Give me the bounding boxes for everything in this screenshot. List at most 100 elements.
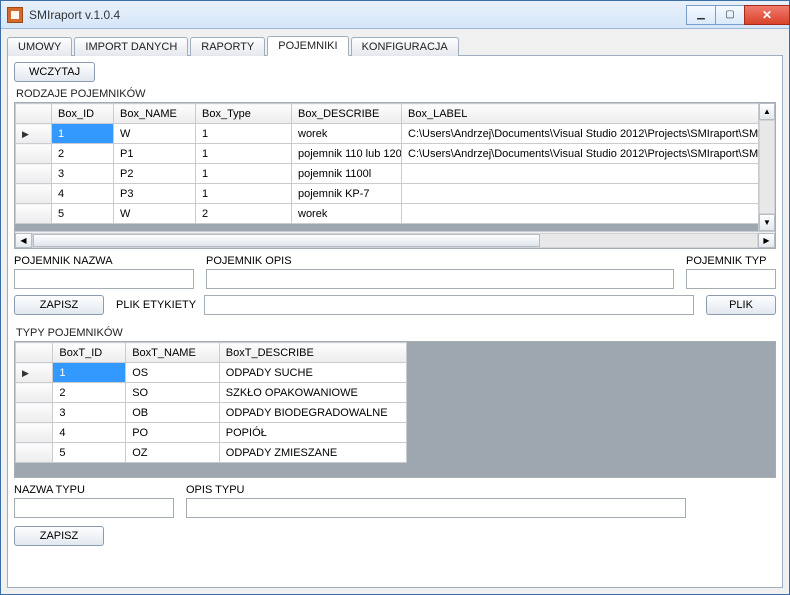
cell-box_label[interactable]: C:\Users\Andrzej\Documents\Visual Studio… bbox=[402, 124, 775, 144]
table-row[interactable]: 2P11pojemnik 110 lub 120lC:\Users\Andrze… bbox=[16, 144, 775, 164]
row-header[interactable] bbox=[16, 204, 52, 224]
cell-box_name[interactable]: P1 bbox=[114, 144, 196, 164]
table-row[interactable]: 1W1worekC:\Users\Andrzej\Documents\Visua… bbox=[16, 124, 775, 144]
scroll-left-icon[interactable]: ◀ bbox=[15, 233, 32, 248]
row-header[interactable] bbox=[16, 363, 53, 383]
tab-import-danych[interactable]: IMPORT DANYCH bbox=[74, 37, 188, 56]
cell-box_describe[interactable]: worek bbox=[292, 124, 402, 144]
cell-boxt_id[interactable]: 3 bbox=[53, 403, 126, 423]
cell-box_name[interactable]: P3 bbox=[114, 184, 196, 204]
cell-box_name[interactable]: W bbox=[114, 124, 196, 144]
scroll-down-icon[interactable]: ▼ bbox=[759, 214, 775, 231]
wczytaj-button[interactable]: WCZYTAJ bbox=[14, 62, 95, 82]
grid2-col-boxtdescribe[interactable]: BoxT_DESCRIBE bbox=[219, 343, 406, 363]
cell-box_type[interactable]: 1 bbox=[196, 124, 292, 144]
close-button[interactable]: ✕ bbox=[744, 5, 790, 25]
cell-boxt_id[interactable]: 4 bbox=[53, 423, 126, 443]
row-header[interactable] bbox=[16, 403, 53, 423]
cell-boxt_id[interactable]: 1 bbox=[53, 363, 126, 383]
cell-box_id[interactable]: 2 bbox=[52, 144, 114, 164]
tab-konfiguracja[interactable]: KONFIGURACJA bbox=[351, 37, 459, 56]
cell-boxt_name[interactable]: OZ bbox=[126, 443, 220, 463]
grid1-col-boxid[interactable]: Box_ID bbox=[52, 104, 114, 124]
row-header[interactable] bbox=[16, 443, 53, 463]
cell-box_describe[interactable]: worek bbox=[292, 204, 402, 224]
vscroll-track[interactable] bbox=[759, 120, 775, 214]
cell-box_describe[interactable]: pojemnik 1100l bbox=[292, 164, 402, 184]
grid-typy[interactable]: BoxT_ID BoxT_NAME BoxT_DESCRIBE 1OSODPAD… bbox=[14, 341, 776, 478]
grid2-col-boxtname[interactable]: BoxT_NAME bbox=[126, 343, 220, 363]
app-icon bbox=[7, 7, 23, 23]
tab-umowy[interactable]: UMOWY bbox=[7, 37, 72, 56]
cell-boxt_describe[interactable]: POPIÓŁ bbox=[219, 423, 406, 443]
cell-box_type[interactable]: 2 bbox=[196, 204, 292, 224]
tab-pojemniki[interactable]: POJEMNIKI bbox=[267, 36, 348, 56]
table-row[interactable]: 4P31pojemnik KP-7 bbox=[16, 184, 775, 204]
table-row[interactable]: 5W2worek bbox=[16, 204, 775, 224]
cell-box_name[interactable]: P2 bbox=[114, 164, 196, 184]
pojemnik-opis-input[interactable] bbox=[206, 269, 674, 289]
tab-raporty[interactable]: RAPORTY bbox=[190, 37, 265, 56]
table-row[interactable]: 4POPOPIÓŁ bbox=[16, 423, 407, 443]
grid-rodzaje[interactable]: Box_ID Box_NAME Box_Type Box_DESCRIBE Bo… bbox=[14, 102, 776, 249]
row-header[interactable] bbox=[16, 184, 52, 204]
cell-box_label[interactable]: C:\Users\Andrzej\Documents\Visual Studio… bbox=[402, 144, 775, 164]
zapisz-typ-button[interactable]: ZAPISZ bbox=[14, 526, 104, 546]
cell-box_id[interactable]: 5 bbox=[52, 204, 114, 224]
cell-boxt_describe[interactable]: ODPADY SUCHE bbox=[219, 363, 406, 383]
cell-box_describe[interactable]: pojemnik 110 lub 120l bbox=[292, 144, 402, 164]
cell-boxt_name[interactable]: OS bbox=[126, 363, 220, 383]
window-title: SMIraport v.1.0.4 bbox=[29, 8, 687, 22]
cell-box_id[interactable]: 3 bbox=[52, 164, 114, 184]
table-row[interactable]: 2SOSZKŁO OPAKOWANIOWE bbox=[16, 383, 407, 403]
maximize-button[interactable]: ▢ bbox=[715, 5, 745, 25]
cell-boxt_describe[interactable]: SZKŁO OPAKOWANIOWE bbox=[219, 383, 406, 403]
grid1-col-boxname[interactable]: Box_NAME bbox=[114, 104, 196, 124]
pojemnik-nazwa-input[interactable] bbox=[14, 269, 194, 289]
row-header[interactable] bbox=[16, 124, 52, 144]
cell-box_type[interactable]: 1 bbox=[196, 164, 292, 184]
table-row[interactable]: 1OSODPADY SUCHE bbox=[16, 363, 407, 383]
cell-boxt_describe[interactable]: ODPADY BIODEGRADOWALNE bbox=[219, 403, 406, 423]
minimize-button[interactable]: ▁ bbox=[686, 5, 716, 25]
row-header[interactable] bbox=[16, 383, 53, 403]
scroll-up-icon[interactable]: ▲ bbox=[759, 103, 775, 120]
grid1-col-boxtype[interactable]: Box_Type bbox=[196, 104, 292, 124]
cell-boxt_name[interactable]: PO bbox=[126, 423, 220, 443]
cell-boxt_id[interactable]: 5 bbox=[53, 443, 126, 463]
cell-boxt_id[interactable]: 2 bbox=[53, 383, 126, 403]
table-row[interactable]: 3P21pojemnik 1100l bbox=[16, 164, 775, 184]
table-row[interactable]: 5OZODPADY ZMIESZANE bbox=[16, 443, 407, 463]
cell-box_name[interactable]: W bbox=[114, 204, 196, 224]
plik-button[interactable]: PLIK bbox=[706, 295, 776, 315]
cell-box_id[interactable]: 4 bbox=[52, 184, 114, 204]
opis-typu-input[interactable] bbox=[186, 498, 686, 518]
hscroll-thumb[interactable] bbox=[33, 234, 540, 247]
grid1-vscroll[interactable]: ▲ ▼ bbox=[758, 103, 775, 231]
hscroll-track[interactable] bbox=[32, 233, 758, 248]
row-header[interactable] bbox=[16, 423, 53, 443]
pojemnik-typ-input[interactable] bbox=[686, 269, 776, 289]
grid1-hscroll[interactable]: ◀ ▶ bbox=[15, 231, 775, 248]
grid1-col-boxdescribe[interactable]: Box_DESCRIBE bbox=[292, 104, 402, 124]
zapisz-pojemnik-button[interactable]: ZAPISZ bbox=[14, 295, 104, 315]
grid2-corner bbox=[16, 343, 53, 363]
row-header[interactable] bbox=[16, 144, 52, 164]
cell-box_label[interactable] bbox=[402, 204, 775, 224]
cell-box_label[interactable] bbox=[402, 184, 775, 204]
grid1-col-boxlabel[interactable]: Box_LABEL bbox=[402, 104, 775, 124]
grid2-col-boxtid[interactable]: BoxT_ID bbox=[53, 343, 126, 363]
cell-box_id[interactable]: 1 bbox=[52, 124, 114, 144]
cell-boxt_name[interactable]: OB bbox=[126, 403, 220, 423]
cell-boxt_describe[interactable]: ODPADY ZMIESZANE bbox=[219, 443, 406, 463]
cell-box_type[interactable]: 1 bbox=[196, 184, 292, 204]
scroll-right-icon[interactable]: ▶ bbox=[758, 233, 775, 248]
cell-box_label[interactable] bbox=[402, 164, 775, 184]
row-header[interactable] bbox=[16, 164, 52, 184]
cell-box_type[interactable]: 1 bbox=[196, 144, 292, 164]
nazwa-typu-input[interactable] bbox=[14, 498, 174, 518]
table-row[interactable]: 3OBODPADY BIODEGRADOWALNE bbox=[16, 403, 407, 423]
cell-boxt_name[interactable]: SO bbox=[126, 383, 220, 403]
cell-box_describe[interactable]: pojemnik KP-7 bbox=[292, 184, 402, 204]
plik-etykiety-input[interactable] bbox=[204, 295, 694, 315]
